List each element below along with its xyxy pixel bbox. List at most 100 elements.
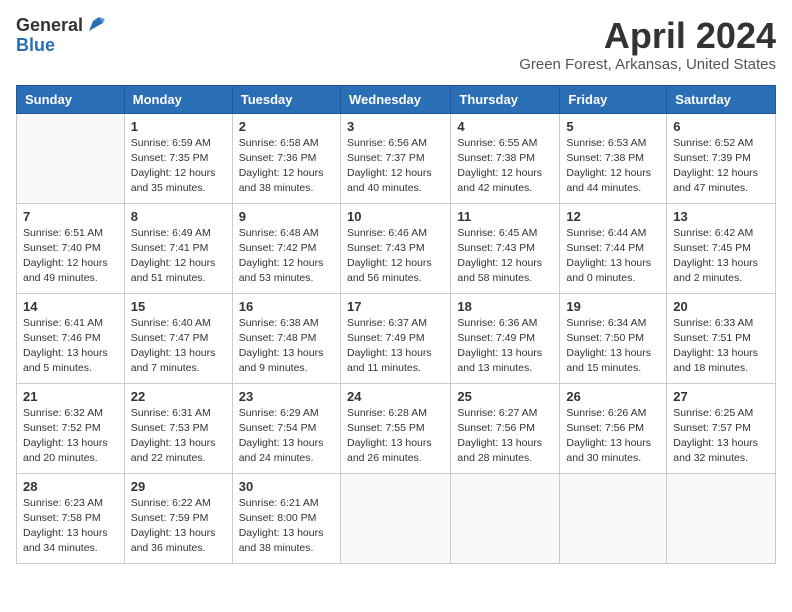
sunset-text: Sunset: 7:46 PM bbox=[23, 332, 101, 344]
day-info: Sunrise: 6:48 AMSunset: 7:42 PMDaylight:… bbox=[239, 226, 334, 287]
table-row: 26 Sunrise: 6:26 AMSunset: 7:56 PMDayligh… bbox=[560, 383, 667, 473]
day-number: 5 bbox=[566, 119, 660, 134]
sunset-text: Sunset: 7:49 PM bbox=[347, 332, 425, 344]
sunrise-text: Sunrise: 6:33 AM bbox=[673, 317, 753, 329]
daylight-text: Daylight: 13 hours and 38 minutes. bbox=[239, 527, 324, 554]
day-info: Sunrise: 6:32 AMSunset: 7:52 PMDaylight:… bbox=[23, 406, 118, 467]
day-info: Sunrise: 6:42 AMSunset: 7:45 PMDaylight:… bbox=[673, 226, 769, 287]
table-row: 19 Sunrise: 6:34 AMSunset: 7:50 PMDayligh… bbox=[560, 293, 667, 383]
day-number: 26 bbox=[566, 389, 660, 404]
sunset-text: Sunset: 7:38 PM bbox=[457, 152, 535, 164]
sunrise-text: Sunrise: 6:38 AM bbox=[239, 317, 319, 329]
day-info: Sunrise: 6:31 AM Sunset: 7:53 PM Daylight:… bbox=[131, 406, 226, 467]
day-number: 25 bbox=[457, 389, 553, 404]
logo-general: General bbox=[16, 16, 83, 36]
daylight-text: Daylight: 13 hours and 34 minutes. bbox=[23, 527, 108, 554]
sunset-text: Sunset: 7:54 PM bbox=[239, 422, 317, 434]
day-number: 24 bbox=[347, 389, 444, 404]
table-row: 6Sunrise: 6:52 AMSunset: 7:39 PMDaylight… bbox=[667, 113, 776, 203]
day-info: Sunrise: 6:41 AMSunset: 7:46 PMDaylight:… bbox=[23, 316, 118, 377]
table-row bbox=[560, 473, 667, 563]
day-number: 4 bbox=[457, 119, 553, 134]
daylight-text: Daylight: 13 hours and 7 minutes. bbox=[131, 347, 216, 374]
daylight-text: Daylight: 13 hours and 5 minutes. bbox=[23, 347, 108, 374]
sunset-text: Sunset: 7:51 PM bbox=[673, 332, 751, 344]
daylight-text: Daylight: 12 hours and 53 minutes. bbox=[239, 257, 324, 284]
day-info: Sunrise: 6:59 AMSunset: 7:35 PMDaylight:… bbox=[131, 136, 226, 197]
day-number: 17 bbox=[347, 299, 444, 314]
header-saturday: Saturday bbox=[667, 85, 776, 113]
table-row: 12Sunrise: 6:44 AMSunset: 7:44 PMDayligh… bbox=[560, 203, 667, 293]
day-number: 23 bbox=[239, 389, 334, 404]
daylight-text: Daylight: 12 hours and 49 minutes. bbox=[23, 257, 108, 284]
sunrise-text: Sunrise: 6:27 AM bbox=[457, 407, 537, 419]
table-row: 23 Sunrise: 6:29 AMSunset: 7:54 PMDayligh… bbox=[232, 383, 340, 473]
day-info: Sunrise: 6:46 AMSunset: 7:43 PMDaylight:… bbox=[347, 226, 444, 287]
sunset-text: Sunset: 7:47 PM bbox=[131, 332, 209, 344]
sunrise-text: Sunrise: 6:26 AM bbox=[566, 407, 646, 419]
day-number: 19 bbox=[566, 299, 660, 314]
week-row-5: 28 Sunrise: 6:23 AMSunset: 7:58 PMDayligh… bbox=[17, 473, 776, 563]
sunset-text: Sunset: 7:38 PM bbox=[566, 152, 644, 164]
sunrise-text: Sunrise: 6:46 AM bbox=[347, 227, 427, 239]
table-row: 16 Sunrise: 6:38 AM Sunset: 7:48 PM Dayligh… bbox=[232, 293, 340, 383]
header-sunday: Sunday bbox=[17, 85, 125, 113]
week-row-3: 14Sunrise: 6:41 AMSunset: 7:46 PMDayligh… bbox=[17, 293, 776, 383]
table-row: 28 Sunrise: 6:23 AMSunset: 7:58 PMDayligh… bbox=[17, 473, 125, 563]
table-row: 10 Sunrise: 6:46 AMSunset: 7:43 PMDayligh… bbox=[340, 203, 450, 293]
day-number: 3 bbox=[347, 119, 444, 134]
table-row: 24Sunrise: 6:28 AMSunset: 7:55 PMDayligh… bbox=[340, 383, 450, 473]
day-info: Sunrise: 6:27 AMSunset: 7:56 PMDaylight:… bbox=[457, 406, 553, 467]
day-number: 16 bbox=[239, 299, 334, 314]
sunrise-text: Sunrise: 6:48 AM bbox=[239, 227, 319, 239]
sunset-text: Sunset: 8:00 PM bbox=[239, 512, 317, 524]
sunset-text: Sunset: 7:45 PM bbox=[673, 242, 751, 254]
sunset-text: Sunset: 7:48 PM bbox=[239, 332, 317, 344]
daylight-text: Daylight: 13 hours and 22 minutes. bbox=[131, 437, 216, 464]
sunrise-text: Sunrise: 6:42 AM bbox=[673, 227, 753, 239]
sunrise-text: Sunrise: 6:52 AM bbox=[673, 137, 753, 149]
day-number: 10 bbox=[347, 209, 444, 224]
daylight-text: Daylight: 13 hours and 0 minutes. bbox=[566, 257, 651, 284]
day-number: 11 bbox=[457, 209, 553, 224]
table-row: 21Sunrise: 6:32 AMSunset: 7:52 PMDayligh… bbox=[17, 383, 125, 473]
sunrise-text: Sunrise: 6:49 AM bbox=[131, 227, 211, 239]
sunrise-text: Sunrise: 6:21 AM bbox=[239, 497, 319, 509]
table-row bbox=[340, 473, 450, 563]
table-row: 22Sunrise: 6:31 AMSunset: 7:53 PMDayligh… bbox=[124, 383, 232, 473]
table-row: 1Sunrise: 6:59 AMSunset: 7:35 PMDaylight… bbox=[124, 113, 232, 203]
daylight-text: Daylight: 12 hours and 42 minutes. bbox=[457, 167, 542, 194]
sunset-text: Sunset: 7:55 PM bbox=[347, 422, 425, 434]
day-info: Sunrise: 6:49 AMSunset: 7:41 PMDaylight:… bbox=[131, 226, 226, 287]
sunset-text: Sunset: 7:36 PM bbox=[239, 152, 317, 164]
day-info: Sunrise: 6:21 AM Sunset: 8:00 PM Daylight:… bbox=[239, 496, 334, 557]
sunrise-text: Sunrise: 6:28 AM bbox=[347, 407, 427, 419]
day-number: 29 bbox=[131, 479, 226, 494]
sunset-text: Sunset: 7:53 PM bbox=[131, 422, 209, 434]
sunrise-text: Sunrise: 6:31 AM bbox=[131, 407, 211, 419]
table-row: 9Sunrise: 6:48 AMSunset: 7:42 PMDaylight… bbox=[232, 203, 340, 293]
sunrise-text: Sunrise: 6:40 AM bbox=[131, 317, 211, 329]
sunset-text: Sunset: 7:39 PM bbox=[673, 152, 751, 164]
logo-blue: Blue bbox=[16, 36, 107, 56]
header-friday: Friday bbox=[560, 85, 667, 113]
daylight-text: Daylight: 13 hours and 36 minutes. bbox=[131, 527, 216, 554]
sunrise-text: Sunrise: 6:44 AM bbox=[566, 227, 646, 239]
day-info: Sunrise: 6:23 AMSunset: 7:58 PMDaylight:… bbox=[23, 496, 118, 557]
sunrise-text: Sunrise: 6:37 AM bbox=[347, 317, 427, 329]
sunset-text: Sunset: 7:43 PM bbox=[457, 242, 535, 254]
day-info: Sunrise: 6:22 AMSunset: 7:59 PMDaylight:… bbox=[131, 496, 226, 557]
day-info: Sunrise: 6:36 AMSunset: 7:49 PMDaylight:… bbox=[457, 316, 553, 377]
table-row bbox=[17, 113, 125, 203]
day-info: Sunrise: 6:34 AMSunset: 7:50 PMDaylight:… bbox=[566, 316, 660, 377]
daylight-text: Daylight: 13 hours and 28 minutes. bbox=[457, 437, 542, 464]
sunrise-text: Sunrise: 6:25 AM bbox=[673, 407, 753, 419]
table-row: 3Sunrise: 6:56 AMSunset: 7:37 PMDaylight… bbox=[340, 113, 450, 203]
daylight-text: Daylight: 12 hours and 58 minutes. bbox=[457, 257, 542, 284]
daylight-text: Daylight: 13 hours and 9 minutes. bbox=[239, 347, 324, 374]
day-number: 28 bbox=[23, 479, 118, 494]
day-info: Sunrise: 6:26 AMSunset: 7:56 PMDaylight:… bbox=[566, 406, 660, 467]
day-info: Sunrise: 6:28 AMSunset: 7:55 PMDaylight:… bbox=[347, 406, 444, 467]
daylight-text: Daylight: 13 hours and 32 minutes. bbox=[673, 437, 758, 464]
day-info: Sunrise: 6:29 AMSunset: 7:54 PMDaylight:… bbox=[239, 406, 334, 467]
